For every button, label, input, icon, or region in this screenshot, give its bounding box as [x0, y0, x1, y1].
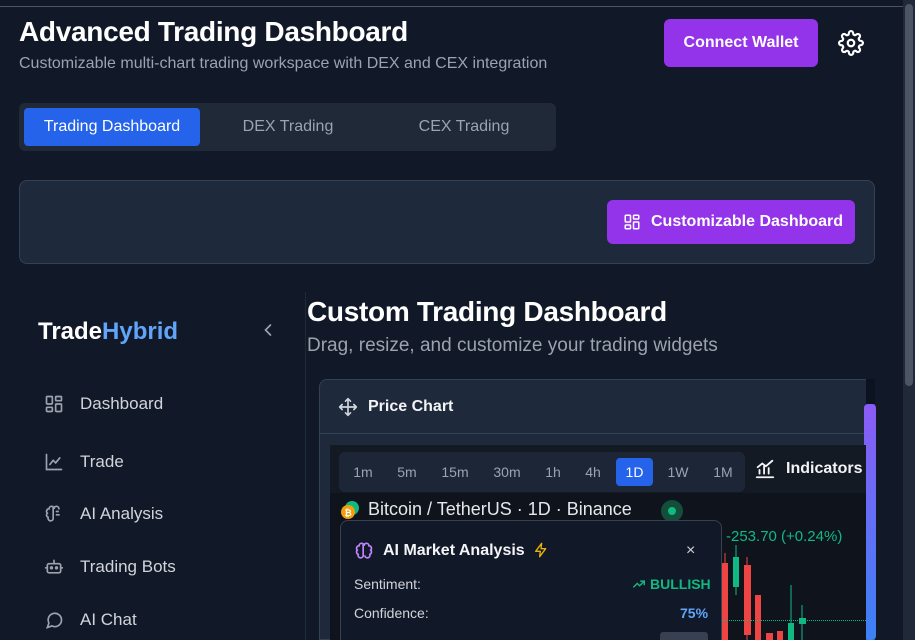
timeframe-4h[interactable]: 4h	[580, 458, 606, 486]
timeframe-1m[interactable]: 1m	[349, 458, 377, 486]
timeframe-1w[interactable]: 1W	[664, 458, 692, 486]
dashboard-title: Custom Trading Dashboard	[307, 296, 667, 327]
move-icon[interactable]	[338, 397, 358, 417]
timeframe-30m[interactable]: 30m	[489, 458, 525, 486]
symbol-label: Bitcoin / TetherUS · 1D · Binance	[368, 499, 632, 519]
customizable-dashboard-label: Customizable Dashboard	[651, 213, 844, 230]
timeframe-1d[interactable]: 1D	[616, 458, 653, 486]
page-subtitle: Customizable multi-chart trading workspa…	[19, 55, 548, 72]
tab-trading-dashboard[interactable]: Trading Dashboard	[24, 108, 200, 146]
brand-text-trade: Trade	[38, 318, 103, 345]
candles	[722, 545, 806, 640]
customizable-dashboard-button[interactable]: Customizable Dashboard	[607, 200, 855, 244]
grid-icon	[45, 395, 63, 413]
confidence-label: Confidence:	[354, 605, 429, 621]
layout-grid-icon	[624, 214, 640, 230]
sidebar-item-label: Trade	[80, 452, 124, 471]
chat-icon	[45, 612, 63, 629]
widget-title: Price Chart	[368, 398, 454, 415]
indicators-icon	[755, 459, 775, 479]
page-scrollbar[interactable]	[903, 0, 915, 640]
tab-dex-trading[interactable]: DEX Trading	[200, 108, 376, 146]
timeframe-1m-month[interactable]: 1M	[709, 458, 737, 486]
dashboard-subtitle: Drag, resize, and customize your trading…	[307, 335, 718, 356]
candle	[755, 595, 761, 640]
sidebar-divider	[305, 292, 306, 640]
sidebar-item-ai-chat[interactable]: AI Chat	[44, 606, 137, 634]
candle	[777, 631, 783, 640]
tab-cex-trading[interactable]: CEX Trading	[376, 108, 552, 146]
price-line	[722, 620, 866, 621]
timeframe-5m[interactable]: 5m	[393, 458, 421, 486]
price-change-label: -253.70 (+0.24%)	[726, 528, 843, 545]
ai-card-chip	[660, 632, 708, 640]
trend-up-icon	[633, 580, 645, 588]
close-icon[interactable]: ×	[686, 542, 695, 560]
widget-scroll-corner	[866, 379, 875, 404]
window-top-border	[0, 0, 915, 7]
sidebar-item-trading-bots[interactable]: Trading Bots	[44, 553, 176, 581]
main-tabs: Trading Dashboard DEX Trading CEX Tradin…	[19, 103, 556, 151]
brain-icon	[45, 505, 60, 522]
sidebar-item-trade[interactable]: Trade	[44, 448, 124, 476]
page-title: Advanced Trading Dashboard	[19, 16, 408, 47]
confidence-value: 75%	[680, 605, 709, 621]
sentiment-text: BULLISH	[650, 576, 711, 592]
ai-card-title: AI Market Analysis	[383, 542, 525, 559]
market-status-dot	[661, 500, 683, 522]
sentiment-label: Sentiment:	[354, 576, 421, 592]
sentiment-value: BULLISH	[632, 576, 711, 592]
indicators-button[interactable]: Indicators	[754, 456, 862, 482]
candle	[766, 633, 773, 640]
gear-icon[interactable]	[838, 30, 864, 56]
bitcoin-icon: ₿	[341, 500, 359, 519]
brain-icon	[355, 542, 373, 559]
indicators-label: Indicators	[786, 460, 863, 477]
chart-line-icon	[45, 453, 63, 471]
connect-wallet-button[interactable]: Connect Wallet	[664, 19, 818, 67]
sidebar-item-ai-analysis[interactable]: AI Analysis	[44, 500, 163, 528]
timeframe-1h[interactable]: 1h	[541, 458, 565, 486]
timeframe-15m[interactable]: 15m	[438, 458, 472, 486]
sidebar-item-dashboard[interactable]: Dashboard	[44, 390, 163, 418]
chevron-left-icon[interactable]	[258, 320, 278, 340]
sidebar-item-label: Trading Bots	[80, 557, 176, 576]
bolt-icon	[535, 542, 547, 558]
sidebar-item-label: AI Chat	[80, 610, 137, 629]
brand-text-hybrid: Hybrid	[102, 318, 179, 345]
brand-logo[interactable]: TradeHybrid	[38, 318, 178, 346]
sidebar-item-label: AI Analysis	[80, 504, 164, 523]
sidebar-item-label: Dashboard	[80, 394, 164, 413]
bot-icon	[44, 559, 64, 574]
symbol-info[interactable]: ₿ Bitcoin / TetherUS · 1D · Binance	[340, 499, 632, 520]
widget-header[interactable]: Price Chart	[320, 380, 874, 434]
svg-text:₿: ₿	[344, 508, 351, 519]
page-scrollbar-thumb[interactable]	[905, 4, 913, 386]
